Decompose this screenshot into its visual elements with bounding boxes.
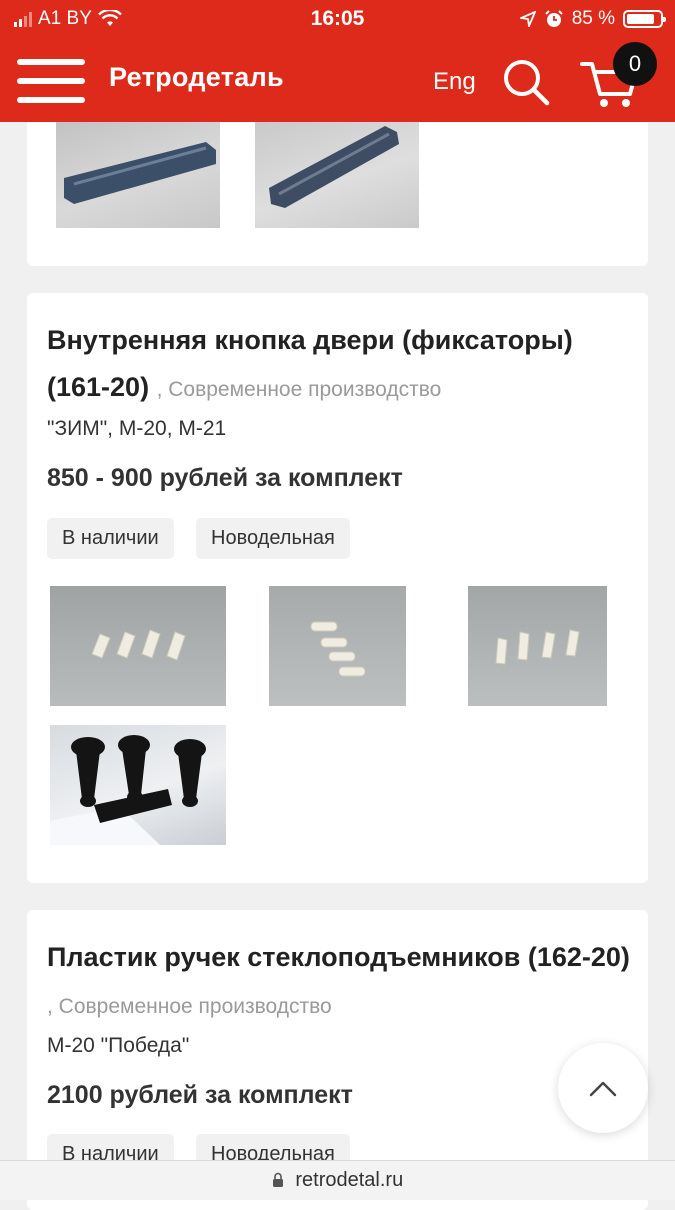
product-price: 2100 рублей за комплект — [47, 1081, 353, 1109]
product-photo[interactable] — [50, 586, 226, 706]
product-photo[interactable] — [269, 586, 406, 706]
product-card — [27, 100, 648, 266]
language-switch[interactable]: Eng — [433, 68, 476, 96]
tag-in-stock: В наличии — [47, 518, 174, 559]
status-bar: A1 BY 16:05 85 % — [0, 0, 675, 38]
product-photo[interactable] — [468, 586, 607, 706]
product-origin: , Современное производство — [47, 995, 332, 1018]
cart-count-badge[interactable]: 0 — [613, 42, 657, 86]
site-logo-title[interactable]: Ретродеталь — [109, 62, 284, 93]
browser-address-bar[interactable]: retrodetal.ru — [0, 1160, 675, 1200]
search-icon[interactable] — [502, 58, 550, 106]
product-title[interactable]: Внутренняя кнопка двери (фиксаторы) (161… — [47, 317, 637, 413]
product-models: "ЗИМ", М-20, М-21 — [47, 417, 227, 440]
chevron-up-icon — [589, 1081, 617, 1097]
lock-icon — [272, 1172, 283, 1187]
product-card: Внутренняя кнопка двери (фиксаторы) (161… — [27, 293, 648, 883]
top-navigation: Ретродеталь Eng 0 — [0, 38, 675, 122]
alarm-icon — [544, 10, 563, 27]
battery-percent: 85 % — [571, 8, 615, 29]
product-price: 850 - 900 рублей за комплект — [47, 464, 403, 492]
battery-icon — [623, 10, 666, 28]
product-title[interactable]: Пластик ручек стеклоподъемников (162-20)… — [47, 934, 637, 1030]
product-models: М-20 "Победа" — [47, 1034, 190, 1057]
menu-icon[interactable] — [17, 59, 85, 103]
scroll-to-top-button[interactable] — [558, 1043, 648, 1133]
product-origin: , Современное производство — [156, 378, 442, 401]
product-photo[interactable] — [50, 725, 226, 845]
tag-reproduction: Новодельная — [196, 518, 350, 559]
product-title-text[interactable]: Пластик ручек стеклоподъемников (162-20) — [47, 942, 630, 972]
location-icon — [519, 11, 536, 27]
page-url: retrodetal.ru — [295, 1169, 404, 1191]
